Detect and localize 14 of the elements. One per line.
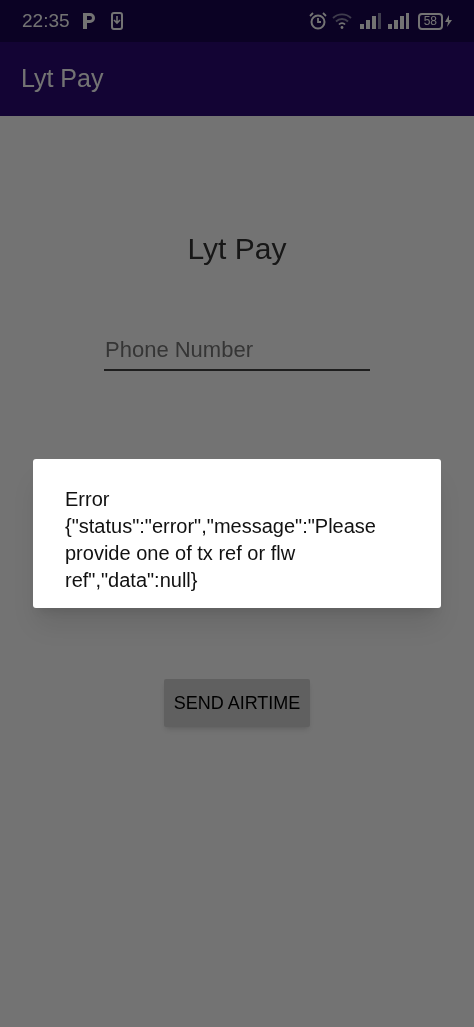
status-time: 22:35 — [22, 8, 70, 33]
error-message: Error {"status":"error","message":"Please provide one of tx ref or flw ref","data":null} — [65, 487, 377, 593]
app-title: Lyt Pay — [21, 63, 104, 95]
download-icon — [110, 12, 123, 30]
signal-icon — [359, 13, 382, 29]
page-heading: Lyt Pay — [187, 231, 287, 267]
alarm-icon — [308, 12, 327, 30]
send-airtime-button[interactable]: SEND AIRTIME — [163, 679, 311, 727]
wifi-icon — [331, 13, 352, 29]
battery-indicator: 58 — [417, 12, 443, 30]
phone-number-field[interactable]: Phone Number — [104, 331, 370, 371]
charging-icon — [445, 15, 452, 27]
parking-icon — [81, 12, 96, 30]
signal-icon — [387, 13, 410, 29]
